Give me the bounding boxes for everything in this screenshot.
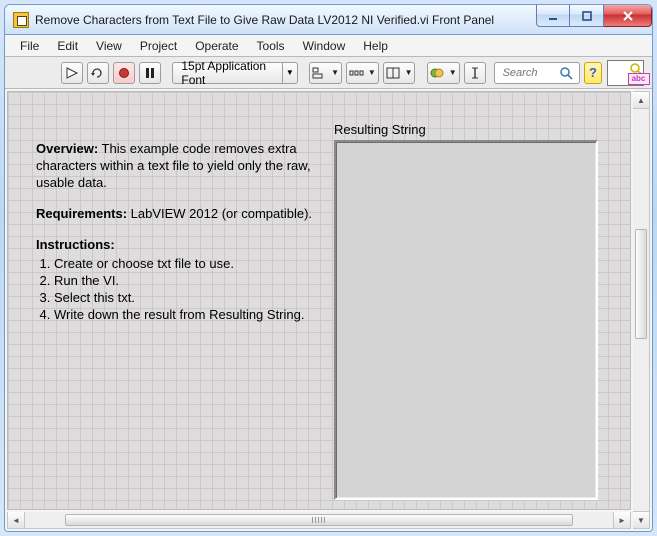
requirements-text: LabVIEW 2012 (or compatible). bbox=[131, 206, 312, 221]
maximize-button[interactable] bbox=[570, 5, 604, 27]
run-continuous-icon bbox=[91, 67, 105, 79]
toolbar: 15pt Application Font ▼ ▼ ▼ ▼ ▼ bbox=[5, 57, 652, 89]
pause-icon bbox=[144, 67, 156, 79]
scroll-left-button[interactable]: ◄ bbox=[8, 512, 25, 528]
hscroll-thumb[interactable] bbox=[65, 514, 573, 526]
instruction-step: Create or choose txt file to use. bbox=[54, 255, 316, 272]
titlebar[interactable]: Remove Characters from Text File to Give… bbox=[5, 5, 652, 35]
overview-label: Overview: bbox=[36, 141, 98, 156]
scroll-right-button[interactable]: ► bbox=[613, 512, 630, 528]
distribute-objects-button[interactable]: ▼ bbox=[346, 62, 379, 84]
vertical-scrollbar[interactable]: ▲ ▼ bbox=[633, 91, 650, 529]
hscroll-track[interactable] bbox=[25, 512, 613, 528]
menu-help[interactable]: Help bbox=[354, 35, 397, 56]
horizontal-scrollbar[interactable]: ◄ ► bbox=[7, 512, 631, 529]
font-selector[interactable]: 15pt Application Font ▼ bbox=[172, 62, 297, 84]
vscroll-thumb[interactable] bbox=[635, 229, 647, 339]
instruction-step: Run the VI. bbox=[54, 272, 316, 289]
menu-view[interactable]: View bbox=[87, 35, 131, 56]
run-button[interactable] bbox=[61, 62, 83, 84]
menu-window[interactable]: Window bbox=[294, 35, 355, 56]
instructions-list: Create or choose txt file to use. Run th… bbox=[36, 255, 316, 323]
distribute-icon bbox=[349, 67, 363, 79]
resize-icon bbox=[386, 67, 400, 79]
font-label: 15pt Application Font bbox=[173, 59, 281, 87]
align-icon bbox=[312, 67, 326, 79]
help-glyph: ? bbox=[589, 65, 597, 80]
hscroll-grip-icon bbox=[312, 517, 326, 523]
menu-operate[interactable]: Operate bbox=[186, 35, 247, 56]
font-dropdown-icon: ▼ bbox=[282, 63, 297, 83]
text-caret-icon bbox=[470, 67, 480, 79]
resulting-string-indicator[interactable] bbox=[334, 140, 598, 500]
vscroll-track[interactable] bbox=[633, 109, 649, 511]
window-buttons bbox=[536, 5, 652, 27]
menu-project[interactable]: Project bbox=[131, 35, 186, 56]
menu-file[interactable]: File bbox=[11, 35, 48, 56]
search-input[interactable] bbox=[501, 66, 553, 80]
minimize-button[interactable] bbox=[536, 5, 570, 27]
scroll-up-button[interactable]: ▲ bbox=[633, 92, 649, 109]
resulting-string-label: Resulting String bbox=[334, 122, 426, 137]
front-panel-canvas[interactable]: Overview: This example code removes extr… bbox=[7, 91, 631, 510]
client-area: Overview: This example code removes extr… bbox=[5, 89, 652, 531]
requirements-label: Requirements: bbox=[36, 206, 127, 221]
minimize-icon bbox=[547, 10, 559, 22]
instructions-label: Instructions: bbox=[36, 237, 115, 252]
abort-button[interactable] bbox=[113, 62, 135, 84]
reorder-button[interactable]: ▼ bbox=[427, 62, 460, 84]
menu-bar: File Edit View Project Operate Tools Win… bbox=[5, 35, 652, 57]
close-button[interactable] bbox=[604, 5, 652, 27]
menu-edit[interactable]: Edit bbox=[48, 35, 87, 56]
align-objects-button[interactable]: ▼ bbox=[309, 62, 342, 84]
enter-text-button[interactable] bbox=[464, 62, 486, 84]
abort-icon bbox=[118, 67, 130, 79]
vi-icon-pane[interactable]: abc bbox=[607, 60, 645, 86]
search-icon bbox=[559, 66, 573, 80]
abc-badge: abc bbox=[628, 73, 650, 85]
search-box[interactable] bbox=[494, 62, 580, 84]
resize-objects-button[interactable]: ▼ bbox=[383, 62, 416, 84]
context-help-button[interactable]: ? bbox=[584, 62, 603, 84]
reorder-icon bbox=[430, 67, 444, 79]
instruction-step: Write down the result from Resulting Str… bbox=[54, 306, 316, 323]
pause-button[interactable] bbox=[139, 62, 161, 84]
run-continuously-button[interactable] bbox=[87, 62, 109, 84]
labview-vi-icon bbox=[13, 12, 29, 28]
app-window: Remove Characters from Text File to Give… bbox=[4, 4, 653, 532]
maximize-icon bbox=[581, 10, 593, 22]
menu-tools[interactable]: Tools bbox=[248, 35, 294, 56]
instruction-step: Select this txt. bbox=[54, 289, 316, 306]
scroll-down-button[interactable]: ▼ bbox=[633, 511, 649, 528]
documentation-text: Overview: This example code removes extr… bbox=[36, 140, 316, 323]
close-icon bbox=[621, 9, 635, 23]
run-arrow-icon bbox=[66, 67, 78, 79]
